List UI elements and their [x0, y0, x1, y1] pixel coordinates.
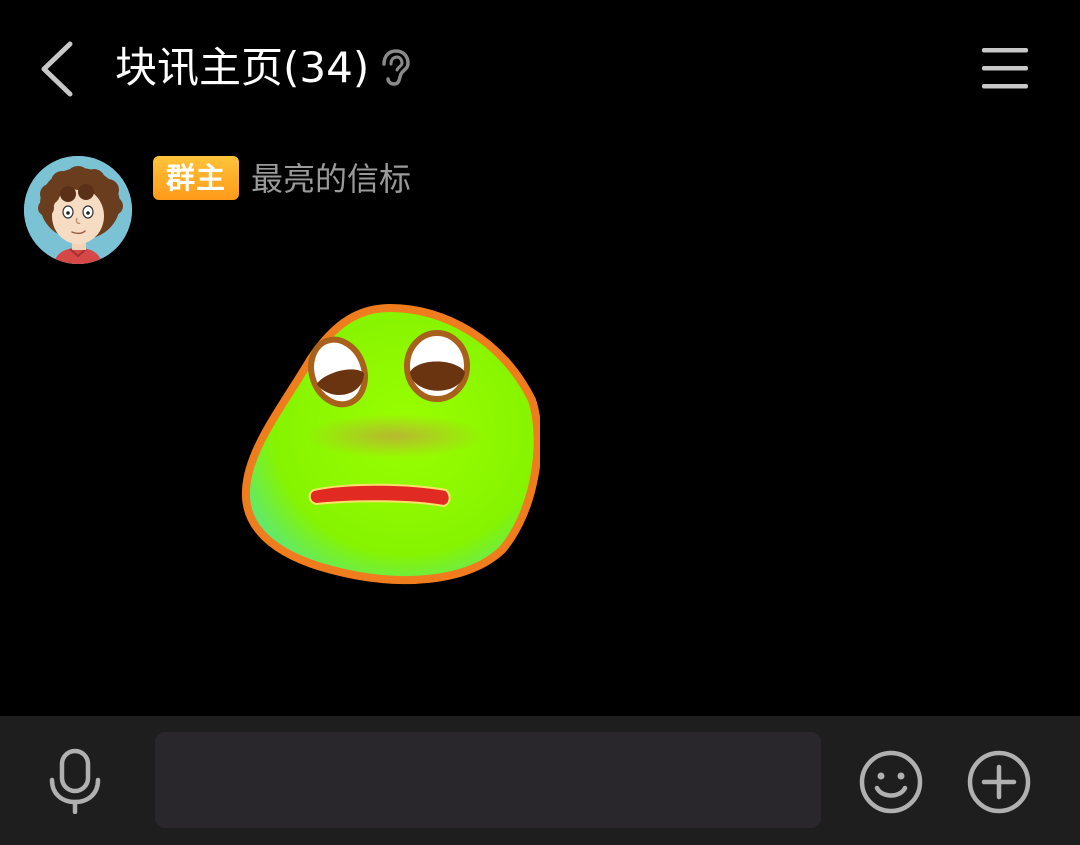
top-bar: 块讯主页(34) — [0, 0, 1080, 140]
menu-button[interactable] — [972, 44, 1038, 94]
ear-icon[interactable] — [378, 48, 412, 88]
message-item: 群主 最亮的信标 — [0, 150, 1080, 590]
plus-circle-icon — [967, 750, 1031, 814]
back-button[interactable] — [30, 38, 86, 100]
role-badge: 群主 — [153, 156, 239, 200]
sticker-image[interactable] — [240, 300, 542, 585]
more-button[interactable] — [966, 749, 1032, 815]
emoji-button[interactable] — [858, 749, 924, 815]
chevron-left-icon — [41, 41, 73, 97]
message-input[interactable] — [155, 732, 821, 828]
sender-name: 最亮的信标 — [251, 160, 412, 198]
avatar[interactable] — [24, 156, 132, 264]
voice-button[interactable] — [44, 748, 106, 815]
smiley-icon — [859, 750, 923, 814]
hamburger-menu-icon — [982, 48, 1028, 89]
chat-title: 块讯主页(34) — [115, 43, 370, 92]
input-bar — [0, 716, 1080, 845]
microphone-icon — [49, 748, 101, 815]
